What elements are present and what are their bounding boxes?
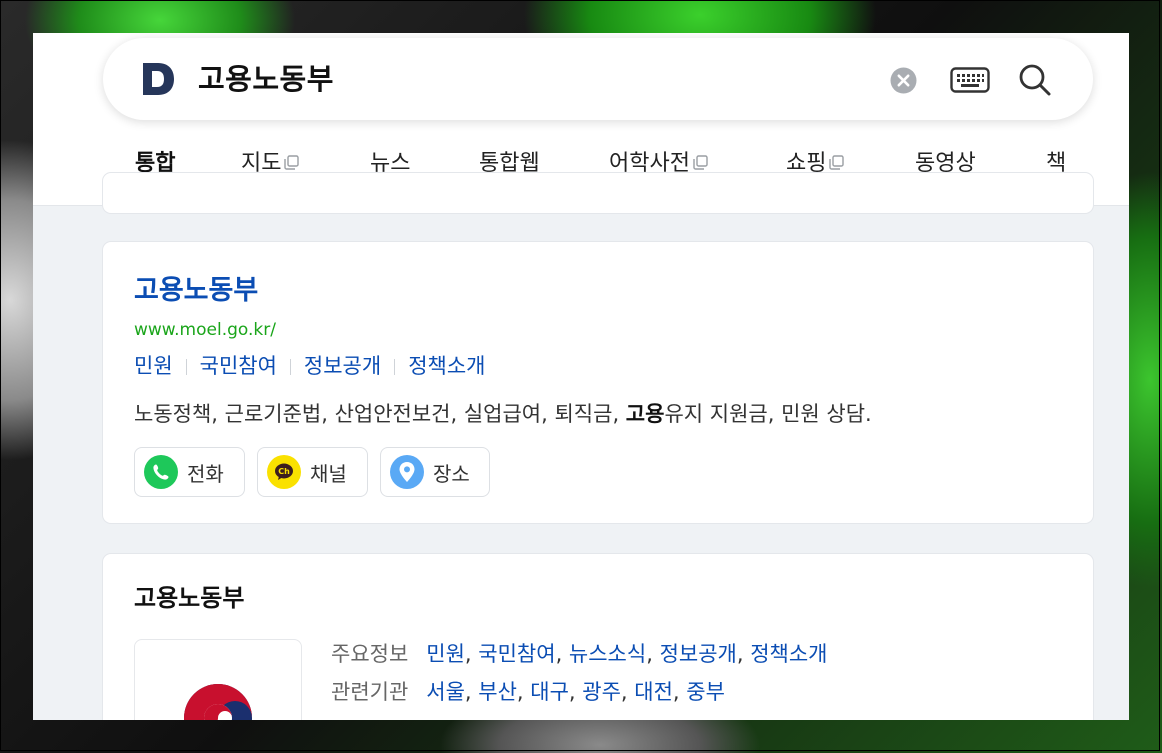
chip-label: 채널 [310, 461, 347, 486]
org-title: 고용노동부 [134, 584, 245, 612]
info-link[interactable]: 뉴스소식 [569, 642, 646, 666]
sublink-participation[interactable]: 국민참여 [200, 354, 277, 378]
info-label: 주요정보 [331, 642, 409, 666]
info-row-agencies: 관련기관 서울, 부산, 대구, 광주, 대전, 중부 [331, 676, 725, 706]
result-url[interactable]: www.moel.go.kr/ [134, 320, 276, 340]
info-link[interactable]: 민원 [426, 642, 465, 666]
keyboard-button[interactable] [949, 62, 991, 98]
clear-icon [890, 67, 916, 93]
site-result-card: 고용노동부 www.moel.go.kr/ 민원 국민참여 정보공개 정책소개 노동정… [103, 242, 1093, 523]
place-chip[interactable]: 장소 [380, 447, 490, 497]
external-window-icon [829, 154, 845, 170]
search-box[interactable]: 고용노동부 [103, 38, 1093, 120]
separator [289, 359, 291, 375]
map-pin-icon [390, 455, 424, 489]
info-row-main: 주요정보 민원, 국민참여, 뉴스소식, 정보공개, 정책소개 [331, 638, 827, 668]
info-link[interactable]: 국민참여 [478, 642, 555, 666]
info-link[interactable]: 대전 [634, 680, 673, 704]
info-link[interactable]: 부산 [478, 680, 517, 704]
government-emblem[interactable] [134, 639, 302, 720]
search-button[interactable] [1017, 62, 1053, 98]
search-icon [1019, 64, 1051, 96]
keyboard-icon [950, 67, 990, 93]
clear-search-button[interactable] [885, 62, 921, 98]
sublink-civil-petition[interactable]: 민원 [134, 354, 173, 378]
daum-logo-icon[interactable] [139, 60, 177, 98]
info-link[interactable]: 서울 [426, 680, 465, 704]
external-window-icon [693, 154, 708, 170]
info-link[interactable]: 정보공개 [660, 642, 737, 666]
search-query-text[interactable]: 고용노동부 [198, 60, 334, 98]
separator [185, 359, 187, 375]
result-title-link[interactable]: 고용노동부 [134, 268, 258, 307]
taegeuk-emblem-icon [184, 684, 252, 720]
info-link[interactable]: 중부 [686, 680, 725, 704]
external-window-icon [284, 154, 300, 170]
phone-chip[interactable]: 전화 [134, 447, 245, 497]
browser-content: 고용노동부 통합 지도 뉴스 통합웹 어학사전 쇼핑 동영상 책 고용노동부 w… [33, 33, 1129, 720]
separator [394, 359, 396, 375]
result-description: 노동정책, 근로기준법, 산업안전보건, 실업급여, 퇴직금, 고용유지 지원금… [134, 402, 872, 426]
phone-icon [144, 455, 178, 489]
channel-chip[interactable]: Ch 채널 [257, 447, 368, 497]
svg-text:Ch: Ch [278, 467, 290, 476]
previous-result-card [103, 173, 1093, 213]
result-sublinks: 민원 국민참여 정보공개 정책소개 [134, 350, 485, 380]
sublink-disclosure[interactable]: 정보공개 [304, 354, 381, 378]
kakao-channel-icon: Ch [267, 455, 301, 489]
info-label: 관련기관 [331, 680, 409, 704]
info-link[interactable]: 광주 [582, 680, 621, 704]
info-links: 민원, 국민참여, 뉴스소식, 정보공개, 정책소개 [426, 642, 828, 666]
info-link[interactable]: 대구 [530, 680, 569, 704]
info-links: 서울, 부산, 대구, 광주, 대전, 중부 [426, 680, 725, 704]
info-link[interactable]: 정책소개 [750, 642, 827, 666]
org-info-card: 고용노동부 주요정보 민원, 국민참여, 뉴스소식, 정보공개, 정책소개 관련기… [103, 554, 1093, 720]
sublink-policy[interactable]: 정책소개 [408, 354, 485, 378]
chip-label: 장소 [433, 461, 470, 486]
chip-label: 전화 [187, 461, 224, 486]
